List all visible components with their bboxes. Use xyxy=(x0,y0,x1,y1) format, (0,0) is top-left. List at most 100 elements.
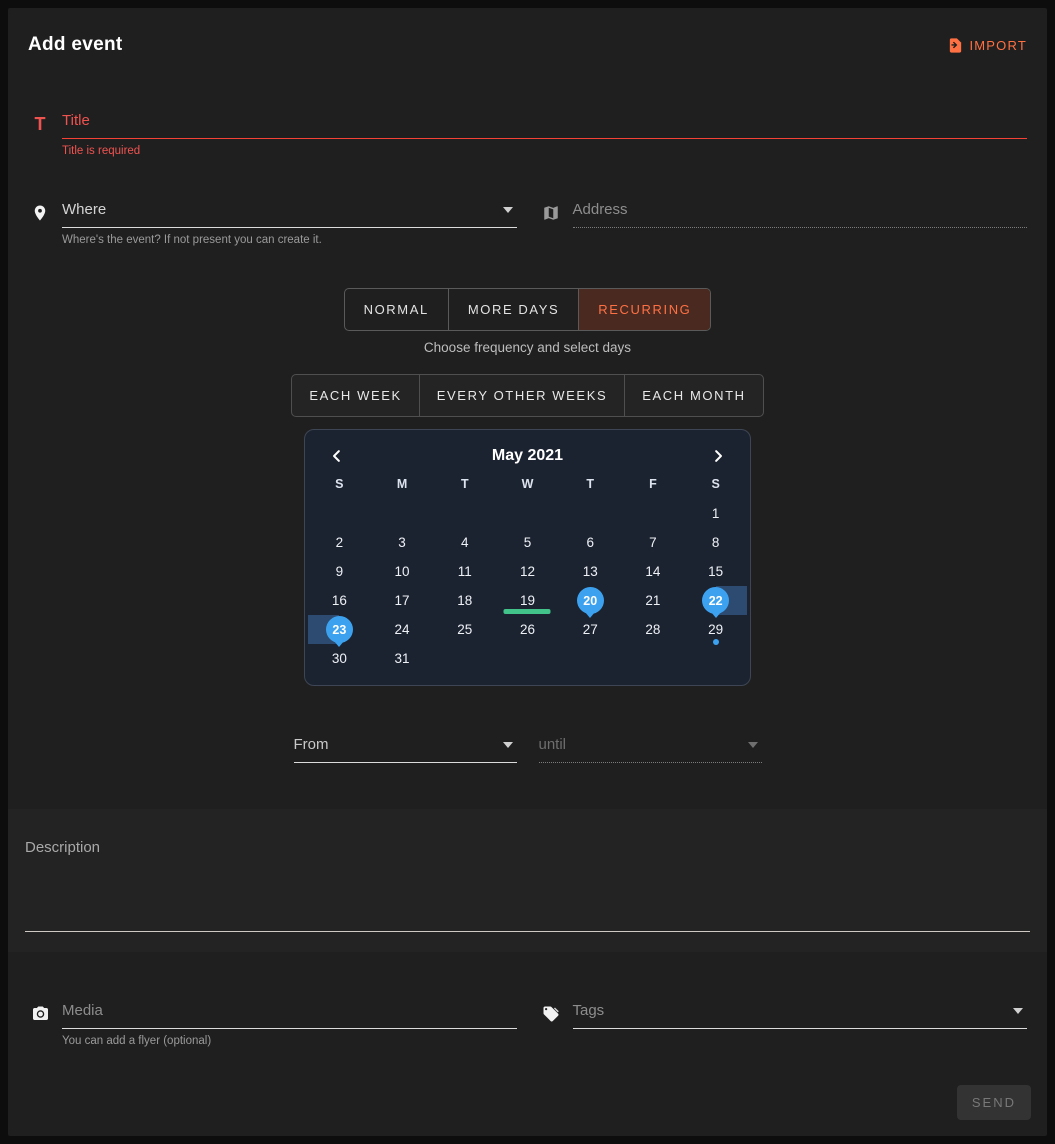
calendar-empty-cell xyxy=(496,499,559,528)
frequency-option-each-week[interactable]: EACH WEEK xyxy=(292,375,418,416)
day-number: 6 xyxy=(586,535,594,550)
from-placeholder: From xyxy=(294,736,329,753)
calendar-day-19[interactable]: 19 xyxy=(496,586,559,615)
event-type-tabs: NORMALMORE DAYSRECURRING xyxy=(344,288,712,331)
day-number: 7 xyxy=(649,535,657,550)
calendar-day-1[interactable]: 1 xyxy=(684,499,747,528)
calendar-week-row: 1 xyxy=(308,499,747,528)
send-button[interactable]: SEND xyxy=(957,1085,1031,1120)
tab-more-days[interactable]: MORE DAYS xyxy=(448,289,578,330)
calendar-day-20[interactable]: 20 xyxy=(559,586,622,615)
calendar-day-8[interactable]: 8 xyxy=(684,528,747,557)
media-field[interactable]: Media You can add a flyer (optional) xyxy=(28,1002,517,1047)
tags-select[interactable]: Tags xyxy=(573,1002,1028,1029)
title-text-icon: T xyxy=(28,113,52,135)
calendar-day-16[interactable]: 16 xyxy=(308,586,371,615)
where-field[interactable]: Where Where's the event? If not present … xyxy=(28,201,517,246)
title-field[interactable]: T Title Title is required xyxy=(28,112,1027,157)
day-number: 25 xyxy=(457,622,472,637)
media-input[interactable]: Media xyxy=(62,1002,517,1029)
day-number: 13 xyxy=(583,564,598,579)
calendar-day-26[interactable]: 26 xyxy=(496,615,559,644)
from-select[interactable]: From xyxy=(294,736,517,763)
calendar-day-24[interactable]: 24 xyxy=(371,615,434,644)
calendar-grid: 1234567891011121314151617181920212223242… xyxy=(308,499,747,673)
calendar-day-23[interactable]: 23 xyxy=(308,615,371,644)
where-select[interactable]: Where xyxy=(62,201,517,228)
title-input[interactable]: Title xyxy=(62,112,1027,139)
calendar-day-5[interactable]: 5 xyxy=(496,528,559,557)
calendar-day-13[interactable]: 13 xyxy=(559,557,622,586)
where-placeholder: Where xyxy=(62,201,106,218)
calendar-empty-cell xyxy=(622,644,685,673)
calendar-day-28[interactable]: 28 xyxy=(622,615,685,644)
page-title: Add event xyxy=(28,34,123,56)
calendar-day-17[interactable]: 17 xyxy=(371,586,434,615)
address-field: Address xyxy=(539,201,1028,246)
from-field[interactable]: From xyxy=(294,736,517,763)
calendar-day-12[interactable]: 12 xyxy=(496,557,559,586)
calendar-day-15[interactable]: 15 xyxy=(684,557,747,586)
frequency-options: EACH WEEKEVERY OTHER WEEKSEACH MONTH xyxy=(291,374,763,417)
until-placeholder: until xyxy=(539,736,567,753)
day-number: 4 xyxy=(461,535,469,550)
calendar-day-25[interactable]: 25 xyxy=(433,615,496,644)
tab-recurring[interactable]: RECURRING xyxy=(578,289,710,330)
day-number: 31 xyxy=(395,651,410,666)
address-input[interactable]: Address xyxy=(573,201,1028,228)
calendar-week-row: 2 3 4 5 6 7 8 xyxy=(308,528,747,557)
tags-field[interactable]: Tags xyxy=(539,1002,1028,1047)
chevron-down-icon xyxy=(1013,1008,1023,1014)
calendar-day-31[interactable]: 31 xyxy=(371,644,434,673)
frequency-option-every-other-weeks[interactable]: EVERY OTHER WEEKS xyxy=(419,375,624,416)
calendar-empty-cell xyxy=(433,499,496,528)
calendar-day-30[interactable]: 30 xyxy=(308,644,371,673)
until-select: until xyxy=(539,736,762,763)
calendar-day-9[interactable]: 9 xyxy=(308,557,371,586)
frequency-option-each-month[interactable]: EACH MONTH xyxy=(624,375,762,416)
chevron-down-icon xyxy=(503,207,513,213)
where-hint: Where's the event? If not present you ca… xyxy=(62,234,517,246)
calendar-day-11[interactable]: 11 xyxy=(433,557,496,586)
day-number: 24 xyxy=(395,622,410,637)
day-number: 9 xyxy=(336,564,344,579)
weekday-label: F xyxy=(622,477,685,491)
import-button[interactable]: IMPORT xyxy=(946,36,1027,55)
day-number: 21 xyxy=(645,593,660,608)
weekday-label: S xyxy=(308,477,371,491)
calendar-day-7[interactable]: 7 xyxy=(622,528,685,557)
add-event-dialog: Add event IMPORT T Title Title is requir… xyxy=(8,8,1047,1136)
calendar-empty-cell xyxy=(496,644,559,673)
media-hint: You can add a flyer (optional) xyxy=(62,1035,517,1047)
calendar-day-10[interactable]: 10 xyxy=(371,557,434,586)
calendar-day-4[interactable]: 4 xyxy=(433,528,496,557)
calendar-day-21[interactable]: 21 xyxy=(622,586,685,615)
calendar-day-6[interactable]: 6 xyxy=(559,528,622,557)
calendar-day-22[interactable]: 22 xyxy=(684,586,747,615)
day-number: 18 xyxy=(457,593,472,608)
description-section[interactable]: Description xyxy=(8,809,1047,952)
calendar-day-2[interactable]: 2 xyxy=(308,528,371,557)
calendar-prev-button[interactable] xyxy=(324,443,350,469)
day-number: 2 xyxy=(336,535,344,550)
calendar-day-3[interactable]: 3 xyxy=(371,528,434,557)
day-number: 26 xyxy=(520,622,535,637)
title-error-text: Title is required xyxy=(62,145,1027,157)
calendar-day-29[interactable]: 29 xyxy=(684,615,747,644)
today-underline xyxy=(504,609,551,614)
where-address-row: Where Where's the event? If not present … xyxy=(22,201,1033,246)
file-import-icon xyxy=(946,37,964,55)
day-number: 27 xyxy=(583,622,598,637)
day-number: 1 xyxy=(712,506,720,521)
calendar-day-14[interactable]: 14 xyxy=(622,557,685,586)
calendar-day-27[interactable]: 27 xyxy=(559,615,622,644)
calendar-next-button[interactable] xyxy=(705,443,731,469)
tab-normal[interactable]: NORMAL xyxy=(345,289,448,330)
calendar-day-18[interactable]: 18 xyxy=(433,586,496,615)
calendar-empty-cell xyxy=(684,644,747,673)
tags-placeholder: Tags xyxy=(573,1002,605,1019)
tags-icon xyxy=(539,1003,563,1025)
weekday-label: T xyxy=(433,477,496,491)
weekday-label: W xyxy=(496,477,559,491)
day-number: 17 xyxy=(395,593,410,608)
